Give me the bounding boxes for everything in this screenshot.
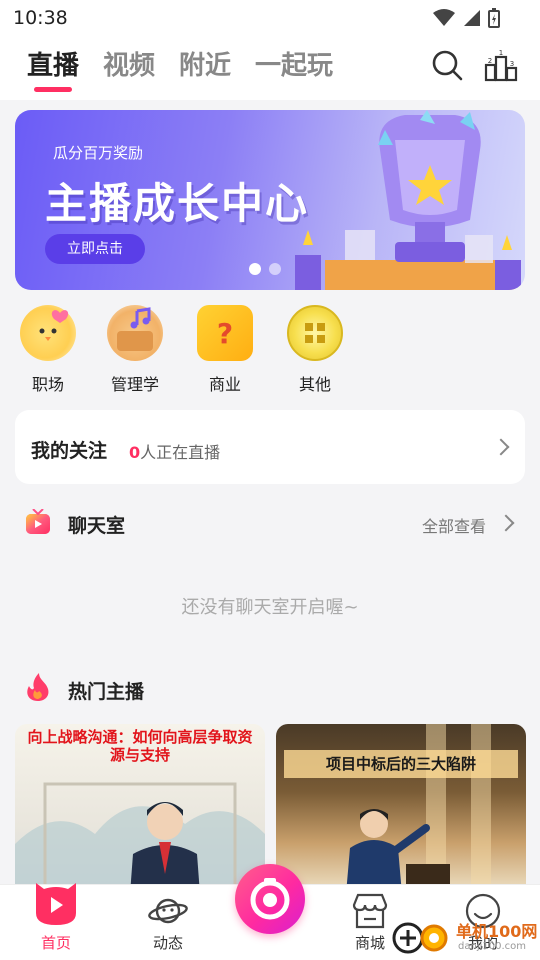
chat-room-title: 聊天室 [68, 515, 126, 537]
planet-icon [148, 898, 188, 924]
nav-label: 动态 [152, 934, 183, 952]
basket-music-glyph [117, 307, 153, 351]
site-watermark: 单机100网 danji100.com [392, 916, 540, 960]
fire-icon [27, 673, 49, 701]
follow-title: 我的关注 [31, 440, 108, 462]
category-label: 商业 [208, 375, 241, 394]
status-time: 10:38 [13, 7, 68, 29]
tab-play-together[interactable]: 一起玩 [255, 45, 333, 82]
trophy-illustration-icon [295, 110, 521, 290]
go-live-button[interactable] [235, 864, 305, 934]
svg-text:?: ? [217, 317, 233, 350]
watermark-subtext: danji100.com [458, 941, 526, 952]
chevron-right-icon [497, 514, 515, 532]
ranking-icon[interactable]: 1 2 3 [484, 48, 518, 82]
home-play-icon [36, 883, 76, 925]
follow-live-count: 0人正在直播 [129, 439, 220, 463]
wifi-icon [433, 9, 455, 26]
battery-icon [488, 8, 500, 28]
my-follow-card[interactable]: 我的关注 0人正在直播 [15, 410, 525, 484]
tab-nearby[interactable]: 附近 [179, 45, 231, 82]
streamer-card-title: 项目中标后的三大陷阱 [284, 750, 518, 778]
category-business[interactable]: ? 商业 [180, 305, 270, 395]
banner-subtitle: 瓜分百万奖励 [53, 144, 144, 162]
svg-text:3: 3 [510, 60, 514, 68]
watermark-logo-icon [392, 922, 448, 954]
streamer-card[interactable]: 向上战略沟通：如何向高层争取资源与支持 [15, 724, 265, 894]
category-label: 管理学 [110, 375, 159, 394]
category-management[interactable]: 管理学 [90, 305, 180, 395]
camera-lens-icon [250, 878, 290, 920]
active-tab-indicator [34, 87, 72, 92]
chick-heart-icon [20, 305, 76, 361]
svg-text:1: 1 [499, 49, 503, 57]
follow-count-suffix: 人正在直播 [140, 443, 221, 462]
category-other[interactable]: 其他 [270, 305, 360, 395]
banner-dot [269, 263, 281, 275]
streamer-card-title: 向上战略沟通：如何向高层争取资源与支持 [27, 728, 253, 764]
tab-video[interactable]: 视频 [103, 45, 155, 82]
banner-dot-active [249, 263, 261, 275]
chick-heart-glyph [39, 310, 69, 341]
category-label: 职场 [31, 375, 64, 394]
nav-label: 首页 [40, 934, 71, 952]
gold-circle-glyph [305, 323, 325, 343]
svg-text:2: 2 [488, 57, 492, 65]
banner-pagination [249, 263, 281, 275]
chevron-right-icon [492, 438, 510, 456]
top-tabs-header: 直播 视频 附近 一起玩 1 2 3 [0, 36, 540, 100]
store-icon [352, 893, 388, 929]
category-label: 其他 [298, 375, 331, 394]
category-workplace[interactable]: 职场 [3, 305, 93, 395]
tab-live[interactable]: 直播 [27, 45, 79, 82]
follow-count-number: 0 [129, 443, 141, 462]
tv-icon [26, 509, 50, 534]
status-bar: 10:38 [0, 0, 540, 36]
gold-circle-icon [287, 305, 343, 361]
basket-music-icon [107, 305, 163, 361]
question-box-glyph: ? [217, 317, 233, 350]
watermark-text: 单机100网 [456, 922, 538, 941]
chat-room-view-all[interactable]: 全部查看 [422, 513, 486, 537]
banner-title: 主播成长中心 [45, 179, 310, 228]
signal-icon [464, 10, 480, 26]
question-box-icon: ? [197, 305, 253, 361]
search-icon[interactable] [430, 48, 464, 82]
hot-streamers-title: 热门主播 [68, 681, 145, 703]
status-icons [432, 8, 500, 28]
category-row: 职场 管理学 ? 商业 其他 [0, 305, 540, 397]
streamer-card[interactable]: 项目中标后的三大陷阱 [276, 724, 526, 894]
chat-room-empty-text: 还没有聊天室开启喔~ [181, 597, 359, 618]
promo-banner[interactable]: 瓜分百万奖励 主播成长中心 立即点击 [15, 110, 525, 290]
banner-cta-button[interactable]: 立即点击 [45, 234, 145, 264]
